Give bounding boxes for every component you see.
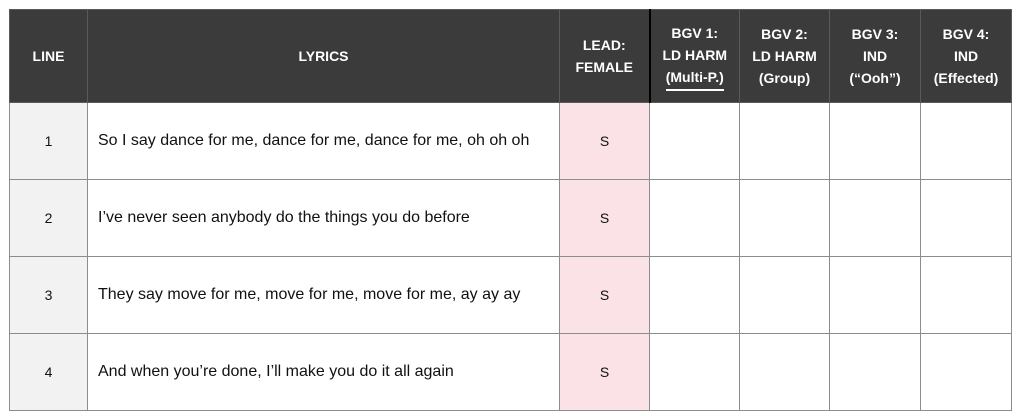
header-lead-female: LEAD: FEMALE [559,9,650,103]
line-number-cell: 4 [9,333,88,411]
header-bgv3-line-3: (“Ooh”) [849,70,901,86]
table-row: 1 So I say dance for me, dance for me, d… [9,102,1012,180]
header-bgv4-line-1: BGV 4: [942,26,990,42]
bgv4-cell[interactable] [920,333,1012,411]
header-bgv3-line-1: BGV 3: [851,26,899,42]
header-line: LINE [9,9,88,103]
header-bgv2-line-3: (Group) [758,70,811,86]
header-bgv2-line-1: BGV 2: [761,26,808,42]
table-row: 2 I’ve never seen anybody do the things … [9,179,1012,257]
header-bgv1-line-3: (Multi-P.) [665,66,724,91]
line-number-cell: 3 [9,256,88,334]
bgv2-cell[interactable] [739,102,830,180]
table-header: LINE LYRICS LEAD: FEMALE BGV 1: LD HARM … [9,9,1012,103]
header-row: LINE LYRICS LEAD: FEMALE BGV 1: LD HARM … [9,9,1012,103]
header-bgv-2: BGV 2: LD HARM (Group) [739,9,830,103]
bgv4-cell[interactable] [920,256,1012,334]
bgv4-cell[interactable] [920,179,1012,257]
header-lyrics: LYRICS [87,9,560,103]
header-bgv1-line-2: LD HARM [662,46,728,63]
header-bgv-1: BGV 1: LD HARM (Multi-P.) [648,9,740,103]
header-lead-line-2: FEMALE [575,59,634,75]
header-bgv4-line-3: (Effected) [933,70,999,86]
lyrics-cell[interactable]: They say move for me, move for me, move … [87,256,560,334]
table-row: 3 They say move for me, move for me, mov… [9,256,1012,334]
bgv3-cell[interactable] [829,179,921,257]
lyrics-cell[interactable]: So I say dance for me, dance for me, dan… [87,102,560,180]
table-row: 4 And when you’re done, I’ll make you do… [9,333,1012,411]
line-number-cell: 2 [9,179,88,257]
header-line-label: LINE [32,48,65,64]
header-lyrics-label: LYRICS [298,48,349,64]
header-bgv-3: BGV 3: IND (“Ooh”) [829,9,921,103]
header-lead-line-1: LEAD: [582,37,626,53]
table-body: 1 So I say dance for me, dance for me, d… [9,102,1012,411]
lead-female-cell[interactable]: S [559,333,650,411]
bgv3-cell[interactable] [829,256,921,334]
header-bgv1-line-1: BGV 1: [671,24,719,41]
bgv3-cell[interactable] [829,333,921,411]
lead-female-cell[interactable]: S [559,102,650,180]
header-bgv4-line-2: IND [953,48,979,64]
line-number-cell: 1 [9,102,88,180]
bgv1-cell[interactable] [649,333,740,411]
bgv2-cell[interactable] [739,333,830,411]
bgv4-cell[interactable] [920,102,1012,180]
lyrics-cell[interactable]: I’ve never seen anybody do the things yo… [87,179,560,257]
lyrics-cell[interactable]: And when you’re done, I’ll make you do i… [87,333,560,411]
header-bgv2-line-2: LD HARM [752,48,817,64]
vocal-arrangement-table: LINE LYRICS LEAD: FEMALE BGV 1: LD HARM … [9,9,1012,411]
header-bgv3-line-2: IND [862,48,888,64]
header-bgv-4: BGV 4: IND (Effected) [920,9,1012,103]
bgv2-cell[interactable] [739,179,830,257]
bgv1-cell[interactable] [649,102,740,180]
bgv1-cell[interactable] [649,256,740,334]
bgv2-cell[interactable] [739,256,830,334]
bgv3-cell[interactable] [829,102,921,180]
lead-female-cell[interactable]: S [559,256,650,334]
lead-female-cell[interactable]: S [559,179,650,257]
bgv1-cell[interactable] [649,179,740,257]
